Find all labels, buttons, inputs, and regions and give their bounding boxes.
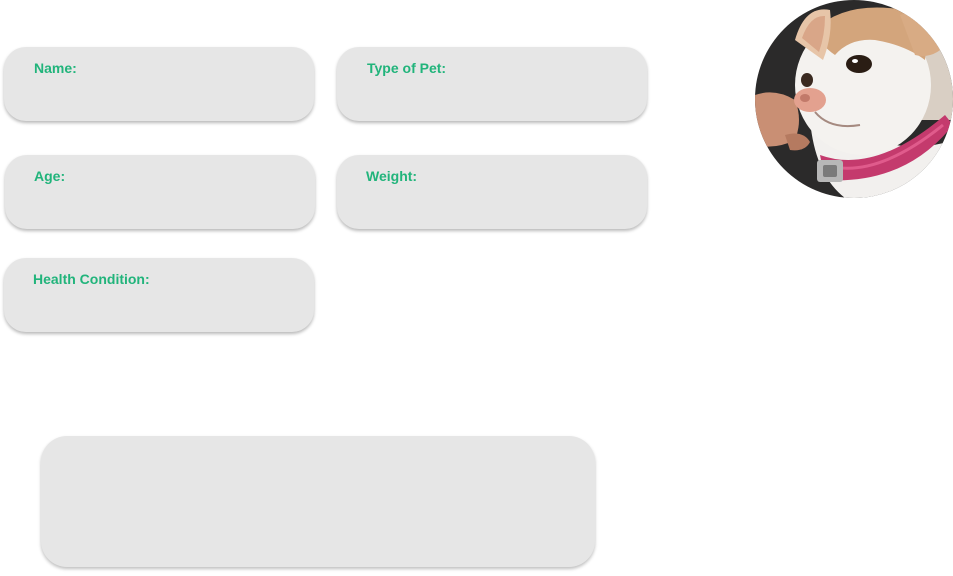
pet-avatar [755,0,953,198]
health-condition-field[interactable]: Health Condition: [4,258,314,332]
age-label: Age: [34,168,66,184]
name-label: Name: [34,60,77,76]
weight-field[interactable]: Weight: [337,155,647,229]
weight-label: Weight: [366,168,418,184]
health-condition-label: Health Condition: [33,271,150,287]
pet-type-label: Type of Pet: [367,60,447,76]
name-field[interactable]: Name: [4,47,314,121]
pet-profile-page: Name: Type of Pet: Age: Weight: Health C… [0,0,953,576]
pet-type-field[interactable]: Type of Pet: [337,47,647,121]
age-field[interactable]: Age: [5,155,315,229]
chihuahua-photo [755,0,953,198]
notes-textarea[interactable] [41,436,595,567]
